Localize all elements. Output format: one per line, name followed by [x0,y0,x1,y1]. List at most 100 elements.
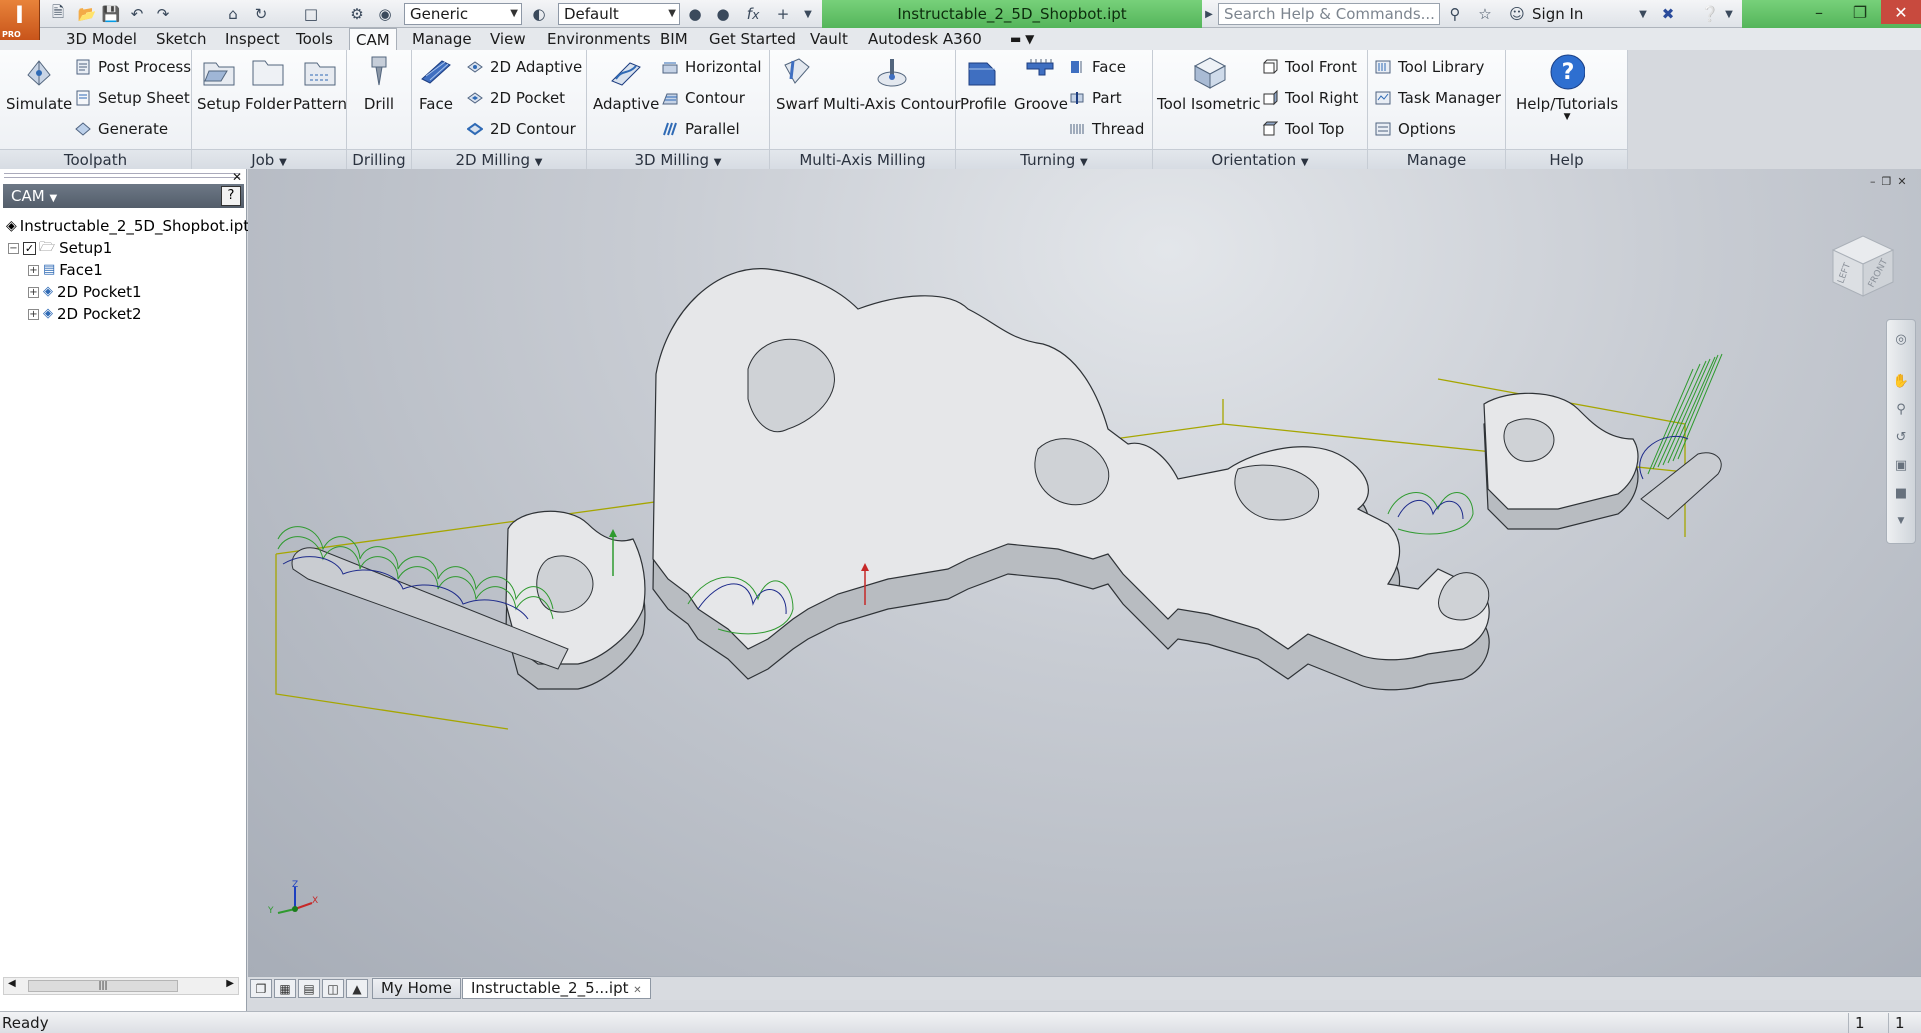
thread-button[interactable]: Thread [1068,118,1144,140]
tree-operation[interactable]: + ▤ Face1 [28,259,103,281]
tab-document[interactable]: Instructable_2_5...ipt ✕ [462,978,651,999]
tab-my-home[interactable]: My Home [372,978,461,999]
tab-view[interactable]: View [484,28,532,50]
tab-bim[interactable]: BIM [654,28,694,50]
tool-isometric-button[interactable]: Tool Isometric [1157,54,1261,113]
app-menu-button[interactable]: I PRO [0,0,40,40]
home-icon[interactable]: ⌂ [222,3,244,25]
horizontal-button[interactable]: Horizontal [661,56,762,78]
2d-pocket-button[interactable]: 2D Pocket [466,87,565,109]
drill-button[interactable]: Drill [361,54,397,113]
appearance-combo[interactable]: Default ▼ [558,3,680,25]
chevron-down-icon[interactable]: ▼ [1892,512,1910,530]
checkbox-checked-icon[interactable]: ✓ [23,241,36,255]
clear-appearance-icon[interactable]: ● [712,3,734,25]
tile-windows-icon[interactable]: ▦ [274,979,296,998]
ribbon-options-icon[interactable]: ▬ ▼ [1004,28,1040,50]
pattern-button[interactable]: Pattern [293,54,347,113]
look-at-icon[interactable]: ▣ [1892,456,1910,474]
tile-horizontal-icon[interactable]: ▤ [298,979,320,998]
groove-button[interactable]: Groove [1014,54,1068,113]
viewport-window-controls[interactable]: –❐✕ [1870,175,1913,188]
tab-manage[interactable]: Manage [406,28,478,50]
simulate-button[interactable]: Simulate [6,54,72,113]
post-process-button[interactable]: Post Process [74,56,191,78]
turning-profile-button[interactable]: Profile [960,54,1007,113]
restore-icon[interactable]: ❐ [1882,175,1898,188]
steering-wheel-icon[interactable]: ◎ [1892,330,1910,348]
new-file-icon[interactable]: 🗎 [46,3,70,25]
minimize-icon[interactable]: – [1799,0,1839,24]
folder-button[interactable]: Folder [245,54,291,113]
browser-grip[interactable] [4,173,240,178]
part-button[interactable]: Part [1068,87,1122,109]
orbit-icon[interactable]: ↺ [1892,428,1910,446]
panel-title-orientation[interactable]: Orientation ▼ [1153,149,1367,169]
tree-root[interactable]: ◈ Instructable_2_5D_Shopbot.ipt O [6,215,266,237]
browser-header[interactable]: CAM ▼? [3,184,244,208]
2d-contour-button[interactable]: 2D Contour [466,118,576,140]
2d-adaptive-button[interactable]: 2D Adaptive [466,56,582,78]
chevron-right-icon[interactable]: ▶ [1202,3,1216,25]
material-combo[interactable]: Generic ▼ [404,3,522,25]
sign-in-link[interactable]: Sign In [1532,3,1583,25]
zoom-icon[interactable]: ⚲ [1892,400,1910,418]
3d-contour-button[interactable]: Contour [661,87,745,109]
tool-front-button[interactable]: Tool Front [1261,56,1357,78]
viewcube[interactable]: LEFT FRONT [1823,224,1903,304]
measure-icon[interactable]: ⚙ [346,3,368,25]
tab-3d-model[interactable]: 3D Model [60,28,143,50]
exchange-apps-icon[interactable]: ✖ [1656,3,1680,25]
settings-icon[interactable]: ◉ [374,3,396,25]
select-icon[interactable]: □ [300,3,322,25]
graphics-viewport[interactable]: LEFT FRONT –❐✕ ◎ ✋ ⚲ ↺ ▣ ■ ▼ Z X Y [248,169,1921,976]
scroll-right-icon[interactable]: ▶ [226,978,234,989]
panel-title-3d-milling[interactable]: 3D Milling ▼ [587,149,769,169]
expand-icon[interactable]: + [28,308,39,320]
pan-hand-icon[interactable]: ✋ [1892,372,1910,390]
3d-adaptive-button[interactable]: Adaptive [593,54,659,113]
tree-setup[interactable]: − ✓ 🗁 Setup1 [8,237,112,259]
tool-library-button[interactable]: Tool Library [1374,56,1484,78]
tree-operation[interactable]: + ◈ 2D Pocket1 [28,281,142,303]
open-folder-icon[interactable]: 📂 [76,3,98,25]
options-button[interactable]: Options [1374,118,1456,140]
help-tutorials-button[interactable]: ? Help/Tutorials ▼ [1516,54,1618,122]
tab-vault[interactable]: Vault [804,28,854,50]
view-face-icon[interactable]: ■ [1892,484,1910,502]
tab-cam[interactable]: CAM [349,28,397,51]
expand-icon[interactable]: + [28,286,39,298]
setup-button[interactable]: Setup [197,54,241,113]
arrange-up-icon[interactable]: ▲ [346,979,368,998]
tree-operation[interactable]: + ◈ 2D Pocket2 [28,303,142,325]
scroll-left-icon[interactable]: ◀ [8,978,16,989]
favorites-star-icon[interactable]: ☆ [1474,3,1496,25]
2d-face-button[interactable]: Face [418,54,454,113]
color-wheel-icon[interactable]: ◐ [528,3,550,25]
tool-top-button[interactable]: Tool Top [1261,118,1344,140]
restore-icon[interactable]: ❐ [1840,0,1880,24]
tab-environments[interactable]: Environments [541,28,657,50]
tool-right-button[interactable]: Tool Right [1261,87,1358,109]
setup-sheet-button[interactable]: Setup Sheet [74,87,190,109]
help-question-icon[interactable]: ❔ [1698,3,1722,25]
update-icon[interactable]: ↻ [250,3,272,25]
tab-sketch[interactable]: Sketch [150,28,213,50]
tab-tools[interactable]: Tools [290,28,339,50]
scrollbar-thumb[interactable]: ||| [28,980,178,992]
parameters-fx-icon[interactable]: fx [742,3,764,25]
search-binoculars-icon[interactable]: ⚲ [1444,3,1466,25]
tab-inspect[interactable]: Inspect [219,28,286,50]
close-icon[interactable]: ✕ [232,170,242,184]
browser-help-icon[interactable]: ? [221,186,241,206]
undo-icon[interactable]: ↶ [126,3,148,25]
panel-title-2d-milling[interactable]: 2D Milling ▼ [412,149,586,169]
customize-chevron-icon[interactable]: ▼ [800,3,816,25]
browser-horizontal-scrollbar[interactable]: ◀ ||| ▶ [3,977,239,995]
appearance-adjust-icon[interactable]: ● [684,3,706,25]
cascade-windows-icon[interactable]: ❐ [250,979,272,998]
generate-button[interactable]: Generate [74,118,168,140]
tile-vertical-icon[interactable]: ◫ [322,979,344,998]
panel-title-turning[interactable]: Turning ▼ [956,149,1152,169]
redo-icon[interactable]: ↷ [152,3,174,25]
